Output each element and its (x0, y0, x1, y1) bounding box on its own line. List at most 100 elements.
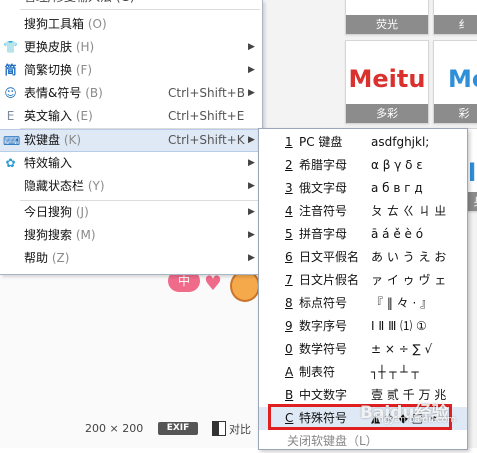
item-sample: ± × ÷ ∑ √ (371, 342, 433, 356)
submenu-arrow-icon: ▶ (248, 253, 255, 263)
image-status-bar: 200 × 200 EXIF 对比 (0, 415, 263, 448)
menu-item-top-cutoff[interactable]: 管理/修复输入法 (G) (0, 0, 262, 9)
menu-item-label: 特效输入 (24, 156, 73, 170)
tile-caption: 荧光 (346, 15, 428, 34)
template-tile[interactable]: 荧光 (345, 0, 429, 35)
shirt-icon: 👕 (3, 40, 18, 54)
menu-item-emoji-symbols[interactable]: ☺ 表情&符号 (B) Ctrl+Shift+B ▶ (0, 82, 262, 105)
menu-item-skin[interactable]: 👕 更换皮肤 (H) ▶ (0, 36, 262, 59)
template-tile[interactable]: Meitu 多彩 (345, 40, 429, 124)
soft-keyboard-item[interactable]: A 制表符 ┐┼ ┬ ┴ ┬ (259, 361, 467, 384)
menu-item-label: 表情&符号 (B) (24, 86, 103, 100)
menu-accelerator: Ctrl+Shift+K (168, 133, 245, 147)
item-name: 关闭软键盘（L） (287, 434, 378, 448)
soft-keyboard-item[interactable]: 7 日文片假名 ァ イ ゥ ヴ ェ (259, 269, 467, 292)
menu-item-toolbox[interactable]: 搜狗工具箱 (O) (0, 13, 262, 36)
template-tile[interactable]: 纟 (433, 0, 477, 35)
item-sample: α β γ δ ε (371, 158, 423, 172)
sticker-row: 中 ♥ (168, 270, 260, 310)
item-name: 日文平假名 (299, 250, 360, 264)
menu-item-label: 更换皮肤 (H) (24, 40, 95, 54)
close-soft-keyboard-item[interactable]: 关闭软键盘（L） (259, 430, 467, 453)
effects-icon: ✿ (5, 156, 16, 170)
submenu-arrow-icon: ▶ (248, 230, 255, 240)
item-name: 拼音字母 (299, 227, 348, 241)
watermark-url: jingyan.baidu.com (373, 415, 457, 425)
menu-item-simp-trad[interactable]: 简 简繁切换 (F) ▶ (0, 59, 262, 82)
tile-caption: 纟 (434, 15, 477, 34)
item-name: 制表符 (299, 365, 336, 379)
item-sample: asdfghjkl; (371, 135, 430, 149)
traditional-char-icon: 简 (4, 63, 17, 77)
soft-keyboard-item[interactable]: 6 日文平假名 あ い う え お (259, 246, 467, 269)
item-sample: Ⅰ Ⅱ Ⅲ ⑴ ① (371, 319, 427, 333)
item-hotkey: 9 (285, 319, 293, 333)
item-hotkey: 5 (285, 227, 293, 241)
menu-item-sogou-search[interactable]: 搜狗搜索 (M) ▶ (0, 224, 262, 247)
item-name: 日文片假名 (299, 273, 360, 287)
keyboard-icon: ⌨ (3, 134, 21, 148)
soft-keyboard-item[interactable]: 2 希腊字母 α β γ δ ε (259, 154, 467, 177)
item-sample: あ い う え お (371, 250, 447, 264)
item-sample: 『 ‖ 々 · 』 (371, 296, 433, 310)
menu-item-hide-statusbar[interactable]: 隐藏状态栏 (Y) ▶ (0, 175, 262, 198)
item-hotkey: 4 (285, 204, 293, 218)
contrast-label[interactable]: 对比 (229, 421, 251, 437)
menu-item-label: 搜狗搜索 (M) (24, 228, 96, 242)
menu-item-soft-keyboard[interactable]: ⌨ 软键盘 (K) Ctrl+Shift+K ▶ (0, 129, 262, 152)
submenu-arrow-icon: ▶ (248, 181, 255, 191)
submenu-arrow-icon: ▶ (248, 88, 255, 98)
menu-item-english-input[interactable]: E 英文输入 (E) Ctrl+Shift+E (0, 105, 262, 128)
smiley-icon: ☺ (4, 86, 17, 100)
soft-keyboard-item[interactable]: 8 标点符号 『 ‖ 々 · 』 (259, 292, 467, 315)
item-name: 数字序号 (299, 319, 348, 333)
menu-item-help[interactable]: 帮助 (Z) ▶ (0, 247, 262, 270)
submenu-arrow-icon: ▶ (248, 65, 255, 75)
item-hotkey: 0 (285, 342, 293, 356)
item-hotkey: 3 (285, 181, 293, 195)
english-e-icon: E (6, 109, 15, 123)
submenu-arrow-icon: ▶ (248, 158, 255, 168)
contrast-icon[interactable] (212, 421, 226, 436)
item-sample: ァ イ ゥ ヴ ェ (371, 273, 447, 287)
menu-accelerator: Ctrl+Shift+E (168, 109, 245, 123)
item-hotkey: 2 (285, 158, 293, 172)
menu-item-label: 英文输入 (E) (24, 109, 93, 123)
soft-keyboard-item[interactable]: 4 注音符号 ㄆ ㄊ ㄍ ㄐ ㄓ (259, 200, 467, 223)
item-hotkey: 6 (285, 250, 293, 264)
item-name: 注音符号 (299, 204, 348, 218)
menu-item-effects-input[interactable]: ✿ 特效输入 ▶ (0, 152, 262, 175)
menu-item-today-sogou[interactable]: 今日搜狗 (J) ▶ (0, 201, 262, 224)
item-name: 标点符号 (299, 296, 348, 310)
submenu-arrow-icon: ▶ (248, 135, 255, 145)
menu-item-label: 今日搜狗 (J) (24, 205, 89, 219)
image-size: 200 × 200 (85, 422, 144, 435)
item-hotkey: 1 (285, 135, 293, 149)
soft-keyboard-item[interactable]: 0 数学符号 ± × ÷ ∑ √ (259, 338, 467, 361)
exif-button[interactable]: EXIF (158, 422, 198, 435)
menu-item-label: 管理/修复输入法 (G) (24, 0, 135, 9)
menu-separator (20, 9, 260, 10)
ime-context-menu: 管理/修复输入法 (G) 搜狗工具箱 (O) 👕 更换皮肤 (H) ▶ 简 简繁… (0, 0, 263, 275)
menu-item-label: 搜狗工具箱 (O) (24, 17, 107, 31)
soft-keyboard-item[interactable]: 1 PC 键盘 asdfghjkl; (259, 131, 467, 154)
soft-keyboard-item[interactable]: 9 数字序号 Ⅰ Ⅱ Ⅲ ⑴ ① (259, 315, 467, 338)
item-sample: а б в г д (371, 181, 423, 195)
soft-keyboard-item[interactable]: 5 拼音字母 ā á ě è ó (259, 223, 467, 246)
item-name: 俄文字母 (299, 181, 348, 195)
item-sample: ㄆ ㄊ ㄍ ㄐ ㄓ (371, 204, 447, 218)
submenu-arrow-icon: ▶ (248, 42, 255, 52)
soft-keyboard-item[interactable]: 3 俄文字母 а б в г д (259, 177, 467, 200)
item-hotkey: 7 (285, 273, 293, 287)
tile-caption: 多彩 (346, 104, 428, 123)
tile-caption: 彩 (434, 104, 477, 123)
menu-item-label: 简繁切换 (F) (24, 63, 93, 77)
heart-sticker-icon[interactable]: ♥ (204, 273, 224, 293)
menu-item-label: 隐藏状态栏 (Y) (24, 179, 105, 193)
template-tile[interactable]: Me 彩 (433, 40, 477, 124)
menu-accelerator: Ctrl+Shift+B (168, 86, 245, 100)
item-name: PC 键盘 (299, 135, 343, 149)
submenu-arrow-icon: ▶ (248, 207, 255, 217)
item-sample: ā á ě è ó (371, 227, 424, 241)
item-name: 数学符号 (299, 342, 348, 356)
